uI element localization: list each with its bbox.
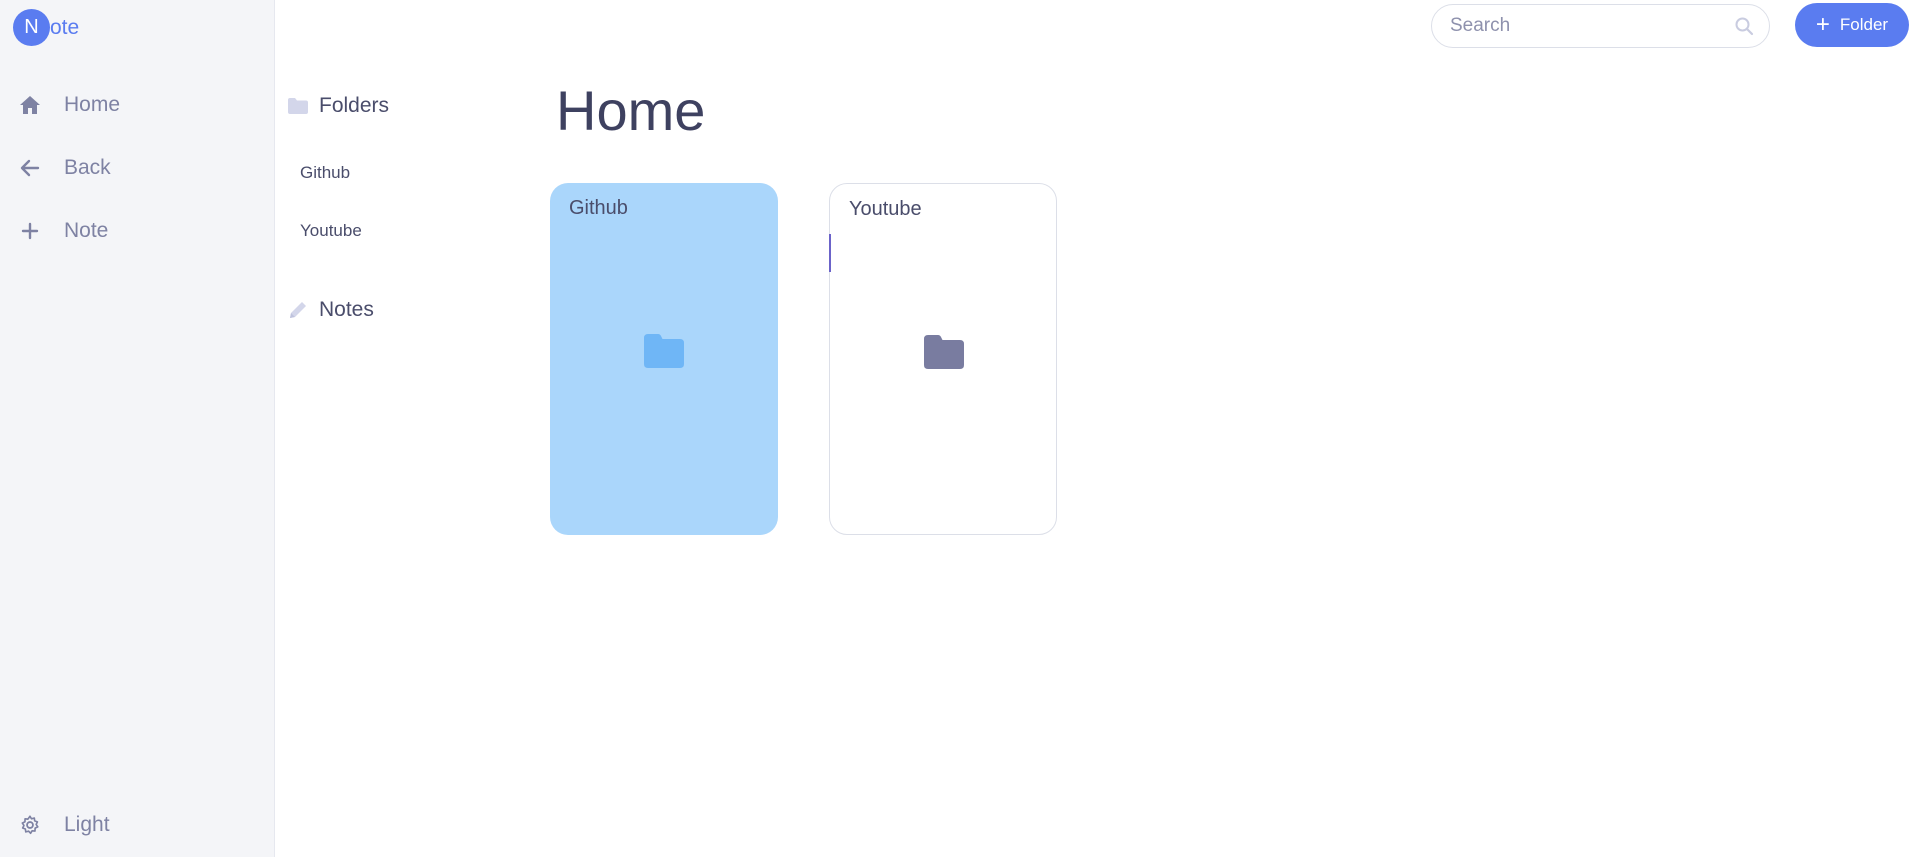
sidebar-item-label: Home xyxy=(64,93,121,116)
app-logo[interactable]: N ote xyxy=(13,9,79,46)
sidebar-item-label: Note xyxy=(64,219,109,242)
search-box[interactable] xyxy=(1431,4,1770,48)
folder-card-title: Github xyxy=(569,197,628,219)
theme-toggle-label: Light xyxy=(64,813,110,836)
sidebar-item-label: Back xyxy=(64,156,111,179)
folder-card-title: Youtube xyxy=(849,198,922,220)
arrow-left-icon xyxy=(18,156,42,180)
logo-badge: N xyxy=(13,9,50,46)
search-icon[interactable] xyxy=(1733,15,1755,37)
sidebar-item-home[interactable]: Home xyxy=(18,93,120,117)
sidebar: N ote Home Back Note Light xyxy=(0,0,275,857)
sidebar-item-note[interactable]: Note xyxy=(18,219,108,243)
notes-heading: Notes xyxy=(287,298,374,322)
page-title: Home xyxy=(556,79,706,142)
folder-icon xyxy=(644,333,684,369)
folders-heading: Folders xyxy=(287,94,389,118)
theme-toggle[interactable]: Light xyxy=(18,813,110,837)
logo-text: ote xyxy=(50,15,80,39)
home-icon xyxy=(18,93,42,117)
pencil-icon xyxy=(287,299,309,321)
folder-icon xyxy=(924,334,964,370)
plus-icon xyxy=(18,219,42,243)
app-root: N ote Home Back Note Light Folders Githu… xyxy=(0,0,1920,857)
notes-heading-label: Notes xyxy=(319,298,374,321)
folder-list-item[interactable]: Youtube xyxy=(300,221,362,241)
add-folder-label: Folder xyxy=(1839,15,1889,34)
gear-icon xyxy=(18,813,42,837)
folder-card-youtube[interactable]: Youtube xyxy=(829,183,1057,535)
text-caret xyxy=(829,234,831,272)
folders-heading-label: Folders xyxy=(319,94,390,117)
search-input[interactable] xyxy=(1450,15,1733,37)
folder-list-item[interactable]: Github xyxy=(300,163,350,183)
sidebar-item-back[interactable]: Back xyxy=(18,156,111,180)
folder-card-github[interactable]: Github xyxy=(550,183,778,535)
folder-icon xyxy=(287,95,309,117)
folders-panel: Folders Github Youtube Notes xyxy=(286,0,526,857)
plus-icon: + xyxy=(1815,11,1830,38)
add-folder-button[interactable]: + Folder xyxy=(1795,3,1909,47)
